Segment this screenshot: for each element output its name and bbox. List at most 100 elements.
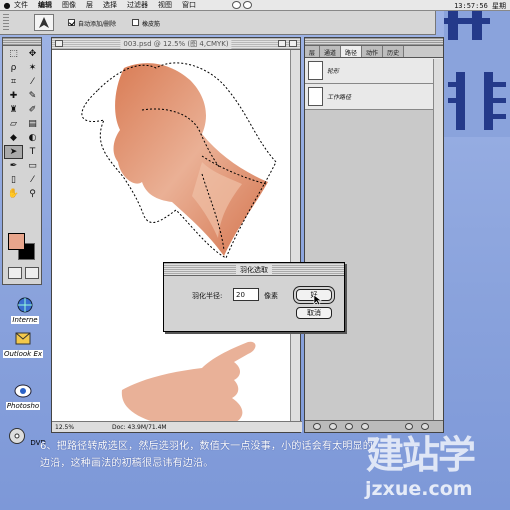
watermark-url: jzxue.com: [365, 478, 473, 500]
quick-mask-mode-icon[interactable]: [25, 267, 39, 279]
magic-wand-tool-icon[interactable]: ✶: [23, 61, 42, 75]
eyedropper-tool-icon[interactable]: ⁄: [23, 173, 42, 187]
document-status-bar: 12.5% Doc: 43.9M/71.4M: [52, 421, 302, 432]
desktop-icon-internet[interactable]: Interne: [3, 296, 47, 324]
menu-layer[interactable]: 层: [86, 0, 93, 10]
crop-tool-icon[interactable]: ⌗: [4, 75, 23, 89]
options-bar-grip[interactable]: [3, 14, 9, 32]
menu-filter[interactable]: 过滤器: [127, 0, 148, 10]
desktop-icon-label: Interne: [11, 316, 39, 324]
feather-radius-unit: 像素: [264, 292, 278, 300]
desktop-icon-label: Photosho: [5, 402, 41, 410]
disc-icon: [9, 428, 26, 444]
clone-stamp-tool-icon[interactable]: ♜: [4, 103, 23, 117]
shape-tool-icon[interactable]: ▭: [23, 159, 42, 173]
notes-tool-icon[interactable]: ▯: [4, 173, 23, 187]
eraser-tool-icon[interactable]: ▱: [4, 117, 23, 131]
auto-add-delete-checkbox[interactable]: [68, 19, 75, 26]
decorative-title-graphic: [444, 2, 510, 137]
toolbox: ⬚ ✥ ρ ✶ ⌗ ⁄ ✚ ✎ ♜ ✐ ▱ ▤ ◆ ◐ ➤ T ✒ ▭ ▯ ⁄ …: [2, 37, 42, 285]
mail-icon: [15, 332, 31, 345]
gradient-tool-icon[interactable]: ▤: [23, 117, 42, 131]
menu-view[interactable]: 视图: [158, 0, 172, 10]
stroke-path-icon[interactable]: [329, 423, 337, 430]
tool-options-bar: 自动添加/删除 橡皮筋: [0, 11, 436, 35]
menubar-clock: 13:57:56 星期: [454, 2, 506, 10]
apple-menu-icon[interactable]: ●: [0, 1, 14, 10]
control-strip[interactable]: [232, 1, 252, 9]
marquee-tool-icon[interactable]: ⬚: [4, 47, 23, 61]
collapse-box-icon[interactable]: [289, 40, 297, 47]
fill-path-icon[interactable]: [313, 423, 321, 430]
load-selection-icon[interactable]: [345, 423, 353, 430]
menu-file[interactable]: 文件: [14, 0, 28, 10]
path-thumbnail: [308, 61, 323, 80]
zoom-level-readout[interactable]: 12.5%: [55, 424, 74, 431]
path-selection-tool-icon[interactable]: ➤: [4, 145, 23, 159]
history-brush-tool-icon[interactable]: ✐: [23, 103, 42, 117]
hand-shape: [121, 341, 256, 422]
dialog-titlebar[interactable]: 羽化选取: [164, 263, 344, 276]
tab-history[interactable]: 历史: [383, 46, 405, 57]
path-thumbnail: [308, 87, 323, 106]
document-titlebar[interactable]: 003.psd @ 12.5% (图 4,CMYK): [52, 38, 300, 50]
panel-titlebar[interactable]: [305, 38, 443, 46]
blur-tool-icon[interactable]: ◆: [4, 131, 23, 145]
lasso-tool-icon[interactable]: ρ: [4, 61, 23, 75]
tab-layers[interactable]: 层: [305, 46, 321, 57]
brush-tool-icon[interactable]: ✎: [23, 89, 42, 103]
menu-window[interactable]: 窗口: [182, 0, 196, 10]
paths-panel: 层 通道 路径 动作 历史 轮形 工作路径: [304, 37, 444, 433]
foreground-color-swatch[interactable]: [8, 233, 25, 250]
mouse-cursor-icon: [313, 294, 322, 306]
document-window: 003.psd @ 12.5% (图 4,CMYK) 12.5% Doc: 43…: [51, 37, 302, 433]
close-box-icon[interactable]: [55, 40, 63, 47]
zoom-box-icon[interactable]: [278, 40, 286, 47]
control-strip-right-icon[interactable]: [243, 1, 252, 9]
healing-brush-tool-icon[interactable]: ✚: [4, 89, 23, 103]
slice-tool-icon[interactable]: ⁄: [23, 75, 42, 89]
hand-tool-icon[interactable]: ✋: [4, 187, 23, 201]
rubber-band-checkbox[interactable]: [132, 19, 139, 26]
cancel-button[interactable]: 取消: [296, 307, 332, 319]
tab-paths[interactable]: 路径: [341, 46, 363, 57]
path-row-work-path[interactable]: 工作路径: [305, 84, 443, 110]
menu-image[interactable]: 图像: [62, 0, 76, 10]
menu-edit[interactable]: 编辑: [38, 0, 52, 10]
document-size-readout[interactable]: Doc: 43.9M/71.4M: [112, 424, 167, 431]
canvas-artwork: [81, 62, 277, 422]
desktop-icon-outlook[interactable]: Outlook Ex: [1, 330, 45, 358]
desktop-icon-photoshop[interactable]: Photosho: [1, 382, 45, 410]
feather-radius-input[interactable]: 20: [233, 288, 259, 301]
globe-icon: [17, 297, 33, 313]
head-shape: [113, 63, 268, 256]
dodge-tool-icon[interactable]: ◐: [23, 131, 42, 145]
rubber-band-label: 橡皮筋: [142, 21, 161, 28]
menu-select[interactable]: 选择: [103, 0, 117, 10]
menu-bar: ● 文件 编辑 图像 层 选择 过滤器 视图 窗口 13:57:56 星期: [0, 0, 510, 11]
type-tool-icon[interactable]: T: [23, 145, 42, 159]
document-canvas[interactable]: [52, 50, 292, 422]
watermark-logo: 建站学: [366, 433, 476, 477]
auto-add-delete-label: 自动添加/删除: [78, 21, 117, 28]
toolbox-titlebar[interactable]: [3, 38, 41, 46]
control-strip-left-icon[interactable]: [232, 1, 241, 9]
document-vertical-scrollbar[interactable]: [290, 50, 300, 422]
document-title: 003.psd @ 12.5% (图 4,CMYK): [120, 39, 232, 49]
move-tool-icon[interactable]: ✥: [23, 47, 42, 61]
path-row-shape[interactable]: 轮形: [305, 58, 443, 84]
standard-mode-icon[interactable]: [8, 267, 22, 279]
desktop-icon-label: Outlook Ex: [2, 350, 44, 358]
pen-tool-icon[interactable]: ✒: [4, 159, 23, 173]
panel-scrollbar[interactable]: [433, 59, 443, 420]
path-name: 工作路径: [327, 94, 352, 101]
eye-icon: [14, 384, 32, 398]
zoom-tool-icon[interactable]: ⚲: [23, 187, 42, 201]
feather-radius-label: 羽化半径:: [192, 292, 223, 300]
feather-selection-dialog: 羽化选取 羽化半径: 20 像素 好 取消: [163, 262, 345, 332]
dialog-title: 羽化选取: [236, 265, 272, 275]
path-name: 轮形: [327, 68, 340, 75]
tab-channels[interactable]: 通道: [320, 46, 342, 57]
pen-tool-preset-icon[interactable]: [34, 14, 54, 31]
tab-actions[interactable]: 动作: [362, 46, 384, 57]
